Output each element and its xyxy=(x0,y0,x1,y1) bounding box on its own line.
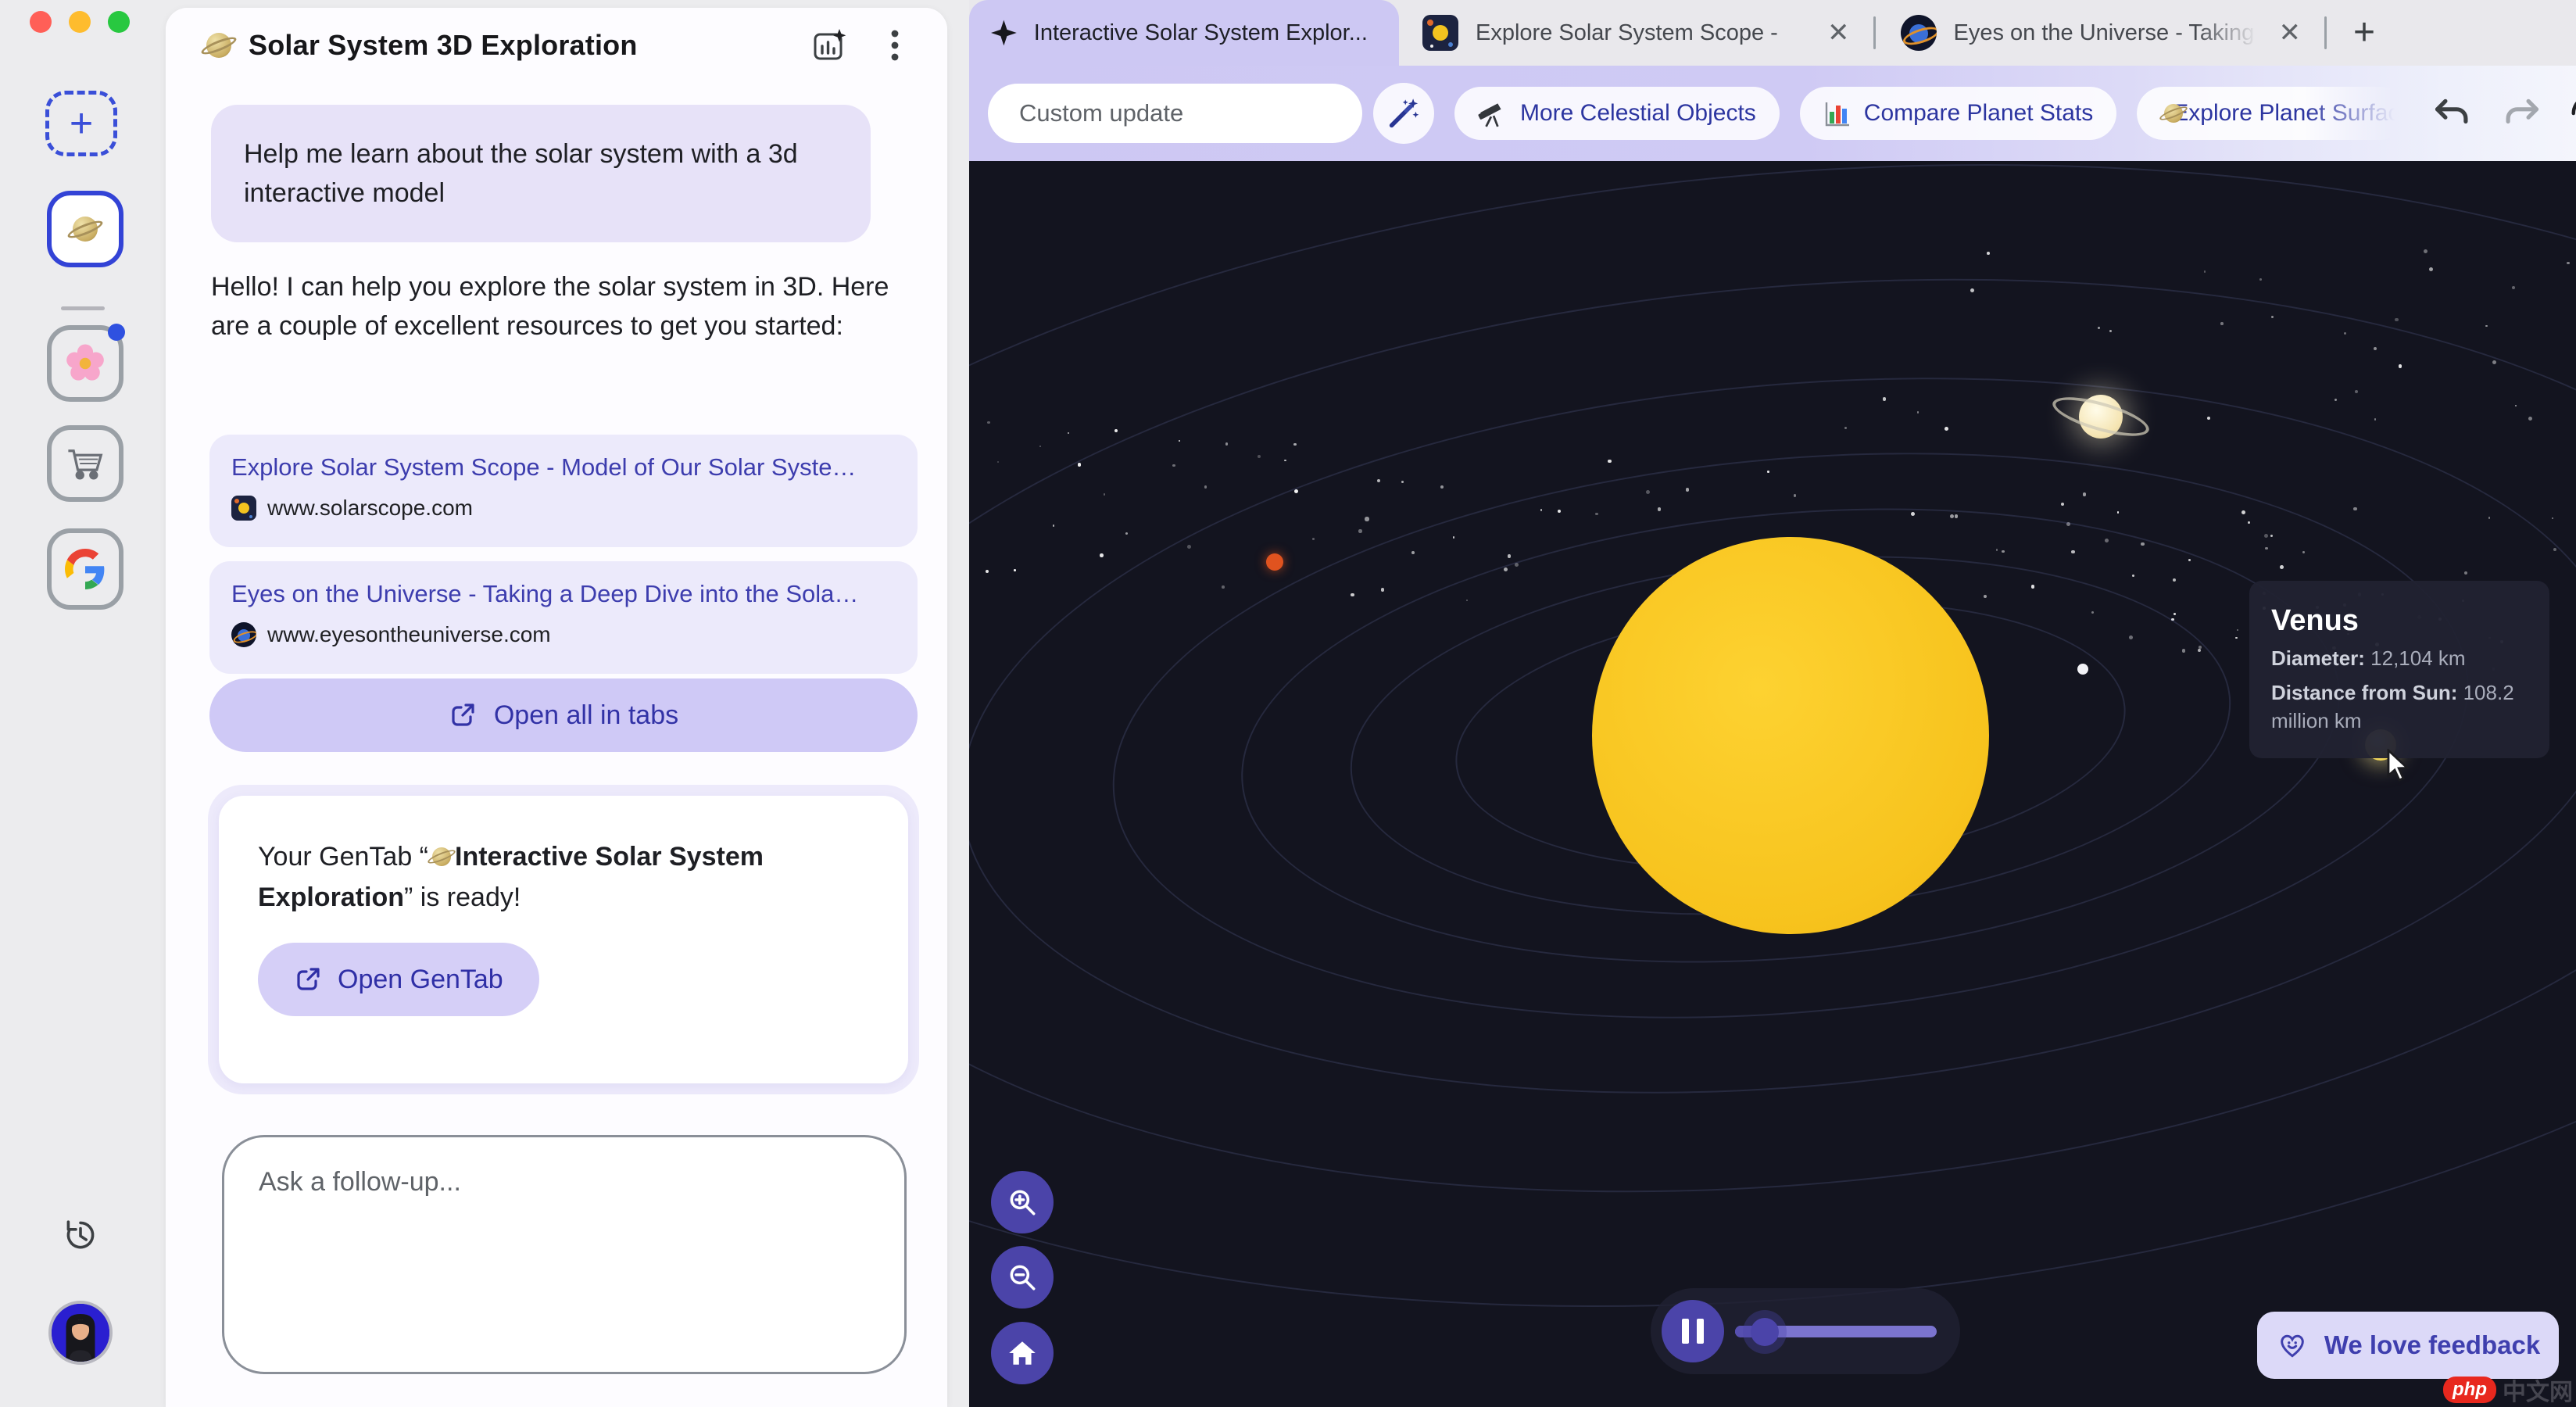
google-icon xyxy=(65,549,106,589)
feedback-button[interactable]: We love feedback xyxy=(2257,1312,2559,1379)
resource-card[interactable]: Eyes on the Universe - Taking a Deep Div… xyxy=(209,561,918,674)
assistant-message: Hello! I can help you explore the solar … xyxy=(211,267,899,345)
zoom-in-button[interactable] xyxy=(991,1171,1054,1233)
custom-update-input[interactable] xyxy=(988,84,1362,143)
followup-input[interactable] xyxy=(222,1135,907,1374)
magic-wand-button[interactable] xyxy=(1373,83,1434,144)
chip-label: Compare Planet Stats xyxy=(1864,100,2093,127)
chip-explore-planet-surfaces[interactable]: Explore Planet Surfaces xyxy=(2137,87,2409,140)
open-gentab-button[interactable]: Open GenTab xyxy=(258,943,539,1016)
eyesontheuniverse-favicon xyxy=(231,622,256,647)
resource-title[interactable]: Eyes on the Universe - Taking a Deep Div… xyxy=(231,580,896,608)
gentab-ready-text: Your GenTab “Interactive Solar System Ex… xyxy=(258,836,836,918)
planet-mars[interactable] xyxy=(1266,553,1283,571)
saturn-icon xyxy=(428,843,455,870)
speed-slider-thumb[interactable] xyxy=(1751,1318,1779,1346)
solarscope-favicon xyxy=(231,496,256,521)
tab-label: Eyes on the Universe - Taking xyxy=(1954,20,2263,46)
tab-solar-system-scope[interactable]: Explore Solar System Scope - ✕ xyxy=(1399,0,1858,66)
chip-more-celestial-objects[interactable]: More Celestial Objects xyxy=(1454,87,1780,140)
browser-pane: Interactive Solar System Explor... Explo… xyxy=(969,0,2576,1407)
close-tab-icon[interactable]: ✕ xyxy=(1827,20,1850,46)
chat-panel: Solar System 3D Exploration Help me lear… xyxy=(166,8,947,1407)
mouse-cursor xyxy=(2385,749,2417,783)
chat-header: Solar System 3D Exploration xyxy=(166,8,947,83)
new-tab-button[interactable]: + xyxy=(2353,14,2375,52)
zoom-out-button[interactable] xyxy=(991,1246,1054,1309)
resource-title[interactable]: Explore Solar System Scope - Model of Ou… xyxy=(231,453,896,482)
resource-card[interactable]: Explore Solar System Scope - Model of Ou… xyxy=(209,435,918,547)
cart-icon xyxy=(64,442,106,485)
tab-separator xyxy=(2324,16,2327,49)
open-all-label: Open all in tabs xyxy=(494,700,678,731)
saturn-icon xyxy=(202,28,236,63)
solar-system-3d-view[interactable]: Venus Diameter: 12,104 km Distance from … xyxy=(969,161,2576,1407)
telescope-icon xyxy=(1478,98,1508,128)
chip-compare-planet-stats[interactable]: Compare Planet Stats xyxy=(1800,87,2116,140)
tooltip-title: Venus xyxy=(2271,604,2531,638)
close-window-button[interactable] xyxy=(30,11,52,33)
planet-mercury[interactable] xyxy=(2077,664,2088,675)
home-view-button[interactable] xyxy=(991,1322,1054,1384)
create-gentab-icon[interactable] xyxy=(811,27,847,63)
tooltip-distance: Distance from Sun: 108.2 million km xyxy=(2271,678,2531,735)
solarscope-favicon xyxy=(1422,15,1458,51)
sidebar-divider xyxy=(61,306,105,310)
gentab-ready-card: Your GenTab “Interactive Solar System Ex… xyxy=(208,785,919,1094)
tooltip-diameter: Diameter: 12,104 km xyxy=(2271,644,2531,672)
tab-label: Explore Solar System Scope - xyxy=(1476,20,1812,46)
bar-chart-icon xyxy=(1823,99,1852,127)
sidebar-item-google[interactable] xyxy=(47,528,123,610)
avatar[interactable] xyxy=(48,1301,113,1365)
planet-saturn[interactable] xyxy=(2057,373,2145,460)
watermark-badge: php xyxy=(2443,1377,2496,1403)
open-all-in-tabs-button[interactable]: Open all in tabs xyxy=(209,678,918,752)
tab-strip: Interactive Solar System Explor... Explo… xyxy=(969,0,2576,66)
flower-icon xyxy=(65,343,106,384)
user-message: Help me learn about the solar system wit… xyxy=(211,105,871,242)
redo-button[interactable] xyxy=(2496,88,2546,138)
watermark-text: 中文网 xyxy=(2503,1373,2573,1407)
playback-controls xyxy=(1651,1288,1960,1374)
tab-label: Interactive Solar System Explor... xyxy=(1034,20,1380,46)
open-gentab-label: Open GenTab xyxy=(338,965,503,995)
new-workspace-button[interactable]: + xyxy=(45,91,117,156)
sun[interactable] xyxy=(1592,537,1989,934)
plus-icon: + xyxy=(70,103,93,144)
regenerate-button[interactable] xyxy=(2565,88,2576,138)
external-link-icon xyxy=(449,701,477,729)
undo-button[interactable] xyxy=(2428,88,2478,138)
tab-interactive-solar-system[interactable]: Interactive Solar System Explor... xyxy=(969,0,1399,66)
saturn-icon xyxy=(68,212,102,246)
sidebar: + xyxy=(0,0,164,1407)
window-controls xyxy=(30,11,130,33)
planet-tooltip: Venus Diameter: 12,104 km Distance from … xyxy=(2249,581,2549,758)
gentab-toolbar: More Celestial Objects Compare Planet St… xyxy=(969,66,2576,161)
wand-icon xyxy=(1386,96,1421,131)
close-tab-icon[interactable]: ✕ xyxy=(2279,20,2302,46)
chat-thread: Help me learn about the solar system wit… xyxy=(166,83,947,1407)
watermark: php 中文网 xyxy=(2443,1373,2573,1407)
resource-url: www.eyesontheuniverse.com xyxy=(267,622,551,647)
zoom-window-button[interactable] xyxy=(108,11,130,33)
tab-eyes-on-universe[interactable]: Eyes on the Universe - Taking ✕ xyxy=(1891,0,2309,66)
notification-dot xyxy=(108,324,125,341)
history-button[interactable] xyxy=(62,1216,99,1254)
sparkle-icon xyxy=(991,20,1017,46)
more-options-icon[interactable] xyxy=(877,27,913,63)
sidebar-item-shopping[interactable] xyxy=(47,425,123,502)
resource-url: www.solarscope.com xyxy=(267,496,473,521)
pause-button[interactable] xyxy=(1662,1300,1724,1362)
external-link-icon xyxy=(294,965,322,993)
tab-separator xyxy=(1873,16,1876,49)
chip-label: More Celestial Objects xyxy=(1520,100,1756,127)
eyesontheuniverse-favicon xyxy=(1901,15,1937,51)
feedback-label: We love feedback xyxy=(2324,1330,2540,1360)
sidebar-item-solar-system[interactable] xyxy=(47,191,123,267)
heart-smile-icon xyxy=(2276,1329,2309,1362)
minimize-window-button[interactable] xyxy=(69,11,91,33)
chat-title: Solar System 3D Exploration xyxy=(249,29,638,62)
sidebar-item-flower[interactable] xyxy=(47,325,123,402)
chip-label: Explore Planet Surfaces xyxy=(2173,100,2409,127)
